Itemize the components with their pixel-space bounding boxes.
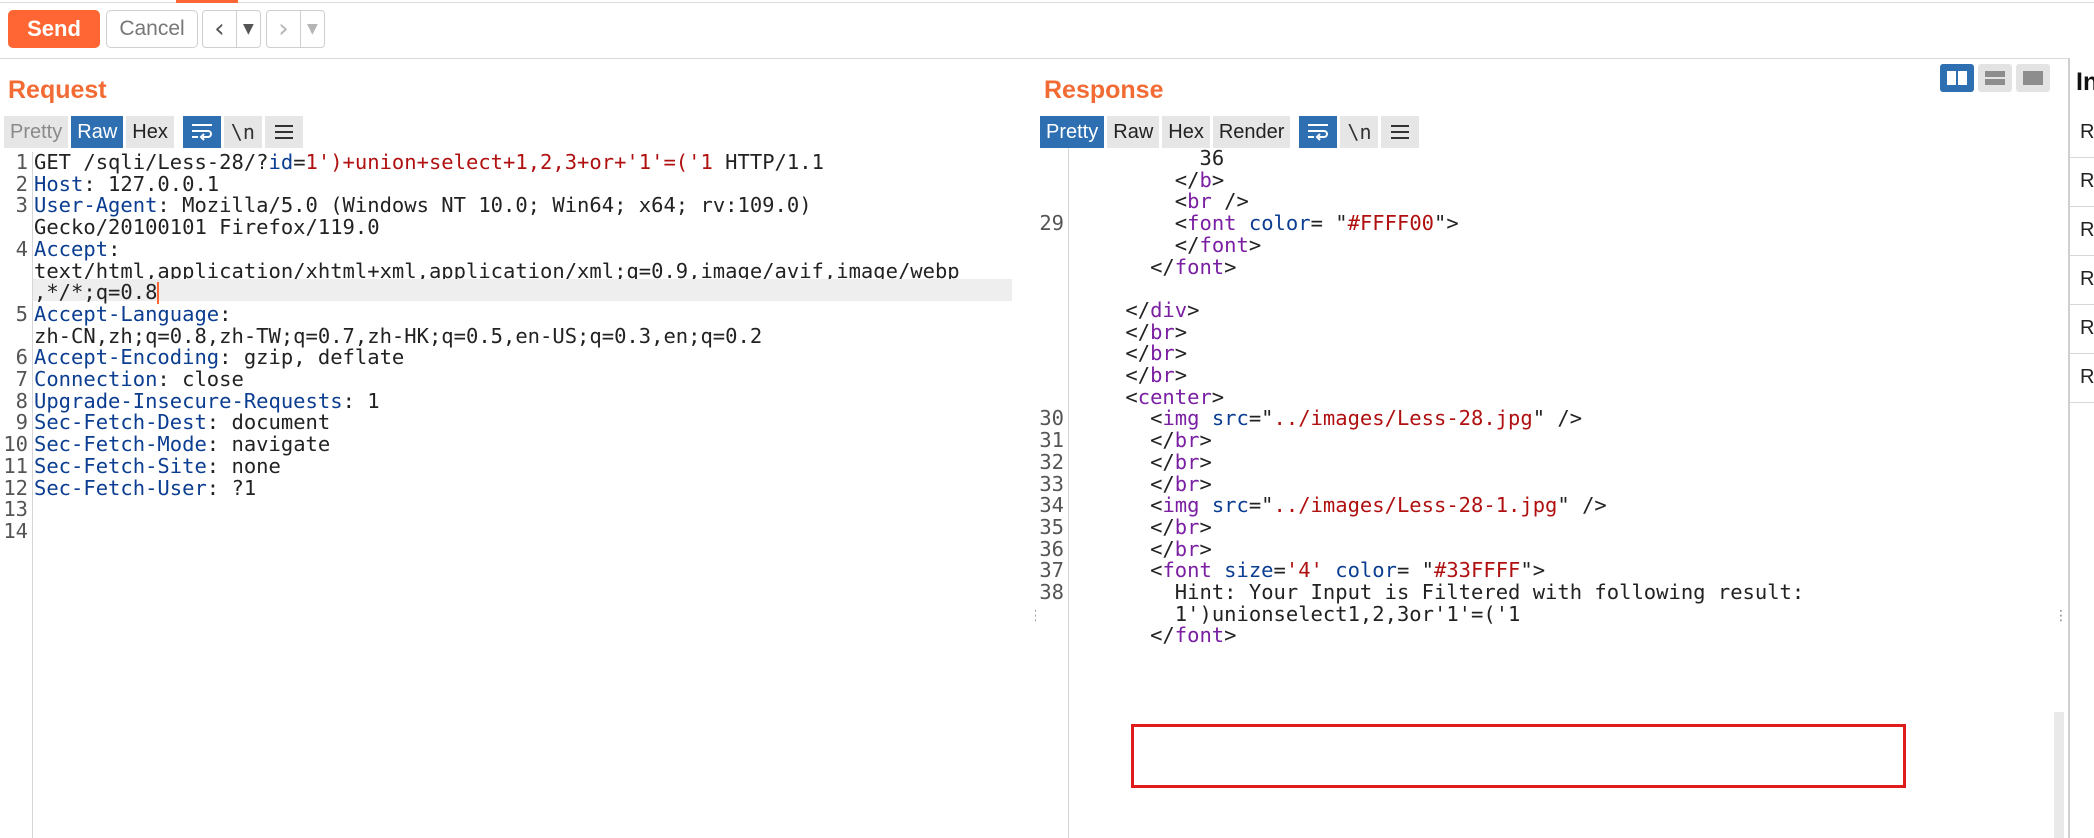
- code-line: </font>: [1036, 621, 2054, 650]
- chevron-left-icon[interactable]: ‹: [203, 14, 236, 44]
- request-tabbar: Pretty Raw Hex \n: [4, 116, 303, 148]
- top-rule: [0, 2, 2094, 3]
- inspector-row[interactable]: R: [2070, 157, 2094, 207]
- active-tab-indicator: [176, 0, 238, 3]
- caret-down-icon[interactable]: ▼: [235, 11, 260, 47]
- line-number: 14: [3, 518, 28, 543]
- back-nav-group: ‹ ▼: [202, 10, 261, 48]
- inspector-row[interactable]: R: [2070, 255, 2094, 305]
- layout-toggle-group: [1940, 64, 2050, 92]
- chevron-right-icon[interactable]: ›: [267, 14, 300, 44]
- menu-icon[interactable]: [264, 116, 303, 148]
- cancel-button[interactable]: Cancel: [106, 10, 198, 48]
- inspector-row[interactable]: R: [2070, 304, 2094, 354]
- inspector-row[interactable]: R: [2070, 353, 2094, 403]
- code-token: </: [1150, 623, 1175, 648]
- code-token: >: [1224, 623, 1237, 648]
- code-line: 14: [0, 517, 1020, 546]
- response-scrollbar[interactable]: [2054, 712, 2064, 838]
- top-toolbar: Send Cancel ‹ ▼ › ▼: [0, 0, 2094, 59]
- tabbed-layout-icon[interactable]: [2016, 64, 2050, 92]
- response-title: Response: [1044, 76, 1164, 104]
- tab-request-raw[interactable]: Raw: [71, 116, 124, 148]
- request-editor[interactable]: 1 GET /sqli/Less-28/?id=1')+union+select+…: [0, 150, 1020, 838]
- forward-nav-group: › ▼: [266, 10, 325, 48]
- tab-request-hex[interactable]: Hex: [126, 116, 174, 148]
- request-title: Request: [8, 76, 107, 104]
- send-button[interactable]: Send: [8, 10, 100, 48]
- splitter-handle[interactable]: ⋮: [2054, 608, 2068, 624]
- tab-request-pretty[interactable]: Pretty: [4, 116, 69, 148]
- split-horizontal-icon[interactable]: [1978, 64, 2012, 92]
- code-token: font: [1174, 623, 1225, 648]
- word-wrap-icon[interactable]: [182, 116, 221, 148]
- filtered-result-highlight: [1131, 724, 1906, 788]
- inspector-row[interactable]: R: [2070, 108, 2094, 158]
- code-text: </font>: [1150, 621, 1236, 650]
- newline-toggle[interactable]: \n: [223, 116, 262, 148]
- inspector-panel: In R R R R R R: [2068, 58, 2094, 838]
- inspector-title: In: [2076, 68, 2094, 96]
- split-vertical-icon[interactable]: [1940, 64, 1974, 92]
- caret-down-icon[interactable]: ▼: [299, 11, 324, 47]
- inspector-row[interactable]: R: [2070, 206, 2094, 256]
